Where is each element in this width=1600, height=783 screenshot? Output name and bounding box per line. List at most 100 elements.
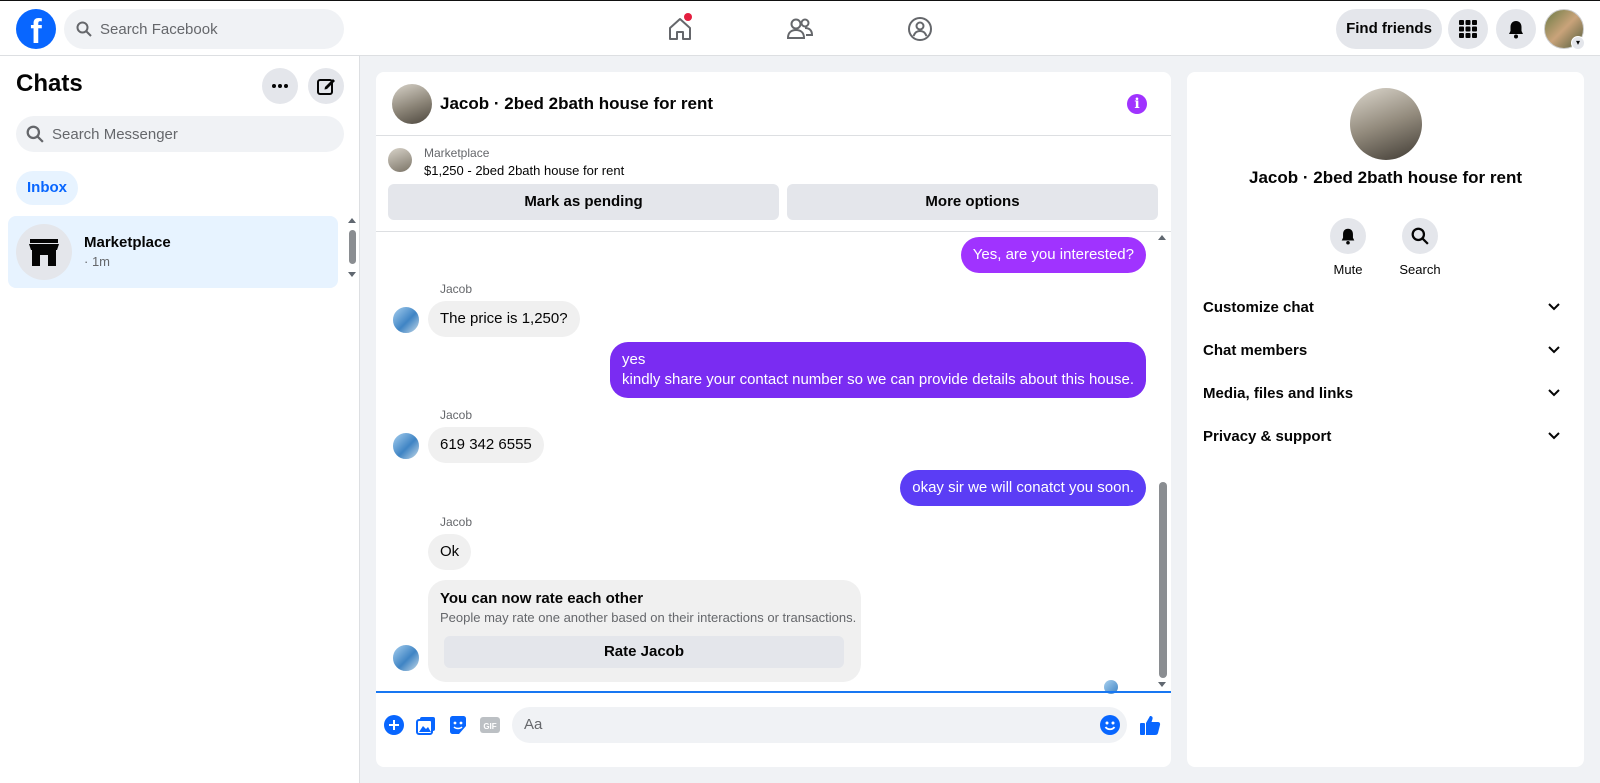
scroll-down-arrow-icon[interactable]	[348, 272, 356, 277]
listing-thumbnail[interactable]	[388, 148, 412, 172]
like-send-button[interactable]	[1138, 713, 1162, 737]
search-icon	[26, 125, 44, 143]
outgoing-message[interactable]: yes kindly share your contact number so …	[610, 342, 1146, 398]
scroll-down-arrow-icon[interactable]	[1158, 682, 1166, 687]
search-in-conversation-button[interactable]: Search	[1390, 218, 1450, 277]
chevron-down-icon	[1548, 303, 1560, 311]
search-icon-circle	[1402, 218, 1438, 254]
search-label: Search	[1399, 262, 1441, 277]
message-sender-name: Jacob	[440, 408, 473, 422]
incoming-message[interactable]: Ok	[428, 534, 472, 570]
sender-avatar[interactable]	[392, 644, 420, 672]
customize-chat-section[interactable]: Customize chat	[1203, 290, 1568, 326]
conversation-name: Marketplace	[84, 234, 171, 251]
marketplace-listing-bar: Marketplace $1,250 - 2bed 2bath house fo…	[376, 136, 1171, 232]
top-navigation-bar: f Search Facebook Find friends ▾	[0, 0, 1600, 56]
media-files-links-section[interactable]: Media, files and links	[1203, 376, 1568, 412]
groups-icon	[908, 17, 932, 41]
facebook-search-placeholder: Search Facebook	[100, 20, 218, 38]
outgoing-message[interactable]: Yes, are you interested?	[960, 237, 1146, 273]
photo-gallery-icon	[416, 717, 435, 735]
message-scrollbar-thumb[interactable]	[1159, 482, 1167, 678]
message-line: yes	[622, 351, 646, 368]
sticker-button[interactable]	[446, 713, 470, 737]
scroll-up-arrow-icon[interactable]	[348, 218, 356, 223]
bell-icon	[1509, 21, 1523, 39]
section-label: Media, files and links	[1203, 385, 1354, 402]
conversation-item-marketplace[interactable]: Marketplace · 1m	[8, 216, 338, 288]
friends-icon	[786, 18, 814, 39]
sidebar-scrollbar-thumb[interactable]	[349, 230, 356, 264]
attach-photo-button[interactable]	[414, 713, 438, 737]
listing-title[interactable]: $1,250 - 2bed 2bath house for rent	[424, 163, 624, 178]
more-options-button[interactable]: More options	[787, 184, 1158, 220]
rate-each-other-card: You can now rate each other People may r…	[428, 580, 861, 682]
rate-jacob-button[interactable]: Rate Jacob	[444, 636, 844, 668]
account-avatar-button[interactable]: ▾	[1544, 9, 1585, 50]
chevron-down-icon	[1548, 346, 1560, 354]
message-input[interactable]: Aa	[512, 707, 1127, 743]
conversation-avatar[interactable]	[392, 84, 432, 124]
facebook-search-input[interactable]: Search Facebook	[64, 9, 344, 49]
gif-button[interactable]: GIF	[478, 713, 502, 737]
facebook-logo[interactable]: f	[16, 9, 56, 49]
sender-avatar[interactable]	[392, 432, 420, 460]
emoji-button[interactable]	[1098, 713, 1122, 737]
inbox-filter-tab[interactable]: Inbox	[16, 171, 78, 205]
message-sender-name: Jacob	[440, 282, 473, 296]
plus-circle-icon	[384, 715, 404, 735]
more-actions-button[interactable]	[382, 713, 406, 737]
message-list: Yes, are you interested? Jacob The price…	[376, 232, 1171, 694]
incoming-message[interactable]: 619 342 6555	[428, 427, 544, 463]
menu-button[interactable]	[1448, 9, 1488, 49]
message-sender-name: Jacob	[440, 515, 473, 529]
groups-nav-button[interactable]	[900, 9, 940, 49]
more-dots-icon	[272, 84, 288, 88]
scroll-up-arrow-icon[interactable]	[1158, 235, 1166, 240]
privacy-support-section[interactable]: Privacy & support	[1203, 419, 1568, 455]
incoming-message[interactable]: The price is 1,250?	[428, 301, 580, 337]
search-icon	[76, 21, 92, 37]
conversation-panel: Jacob · 2bed 2bath house for rent i Mark…	[376, 72, 1171, 767]
messenger-search-placeholder: Search Messenger	[52, 125, 178, 143]
details-avatar[interactable]	[1350, 88, 1422, 160]
home-nav-button[interactable]	[660, 9, 700, 49]
conversation-header: Jacob · 2bed 2bath house for rent i	[376, 72, 1171, 136]
rate-card-title: You can now rate each other	[440, 590, 644, 607]
thumbs-up-icon	[1140, 716, 1161, 735]
home-notification-dot	[684, 13, 692, 21]
conversation-details-panel: Jacob · 2bed 2bath house for rent Mute S…	[1187, 72, 1584, 767]
chats-options-button[interactable]	[262, 68, 298, 104]
message-line: kindly share your contact number so we c…	[622, 371, 1134, 388]
marketplace-avatar	[16, 224, 72, 280]
messenger-search-input[interactable]: Search Messenger	[16, 116, 344, 152]
chat-members-section[interactable]: Chat members	[1203, 333, 1568, 369]
conversation-title[interactable]: Jacob · 2bed 2bath house for rent	[440, 94, 713, 114]
conversation-timestamp: · 1m	[84, 254, 110, 269]
sidebar-scrollbar[interactable]	[348, 216, 356, 282]
section-label: Privacy & support	[1203, 428, 1332, 445]
search-icon	[1411, 227, 1429, 245]
gif-label: GIF	[483, 722, 496, 731]
sender-avatar[interactable]	[392, 306, 420, 334]
smiley-icon	[1100, 715, 1120, 735]
mute-icon-circle	[1330, 218, 1366, 254]
sticker-icon	[450, 716, 466, 734]
friends-nav-button[interactable]	[780, 9, 820, 49]
details-title: Jacob · 2bed 2bath house for rent	[1249, 168, 1522, 187]
section-label: Customize chat	[1203, 299, 1314, 316]
message-list-scrollbar[interactable]	[1156, 232, 1168, 692]
chevron-down-icon: ▾	[1571, 36, 1585, 50]
outgoing-message[interactable]: okay sir we will conatct you soon.	[900, 470, 1146, 506]
new-message-button[interactable]	[308, 68, 344, 104]
section-label: Chat members	[1203, 342, 1308, 359]
notifications-button[interactable]	[1496, 9, 1536, 49]
listing-source-label: Marketplace	[424, 146, 490, 160]
rate-card-subtitle: People may rate one another based on the…	[440, 610, 857, 625]
chats-title: Chats	[16, 70, 83, 97]
info-icon[interactable]: i	[1127, 94, 1147, 114]
chevron-down-icon	[1548, 389, 1560, 397]
find-friends-button[interactable]: Find friends	[1336, 9, 1442, 49]
mark-as-pending-button[interactable]: Mark as pending	[388, 184, 779, 220]
mute-button[interactable]: Mute	[1318, 218, 1378, 277]
